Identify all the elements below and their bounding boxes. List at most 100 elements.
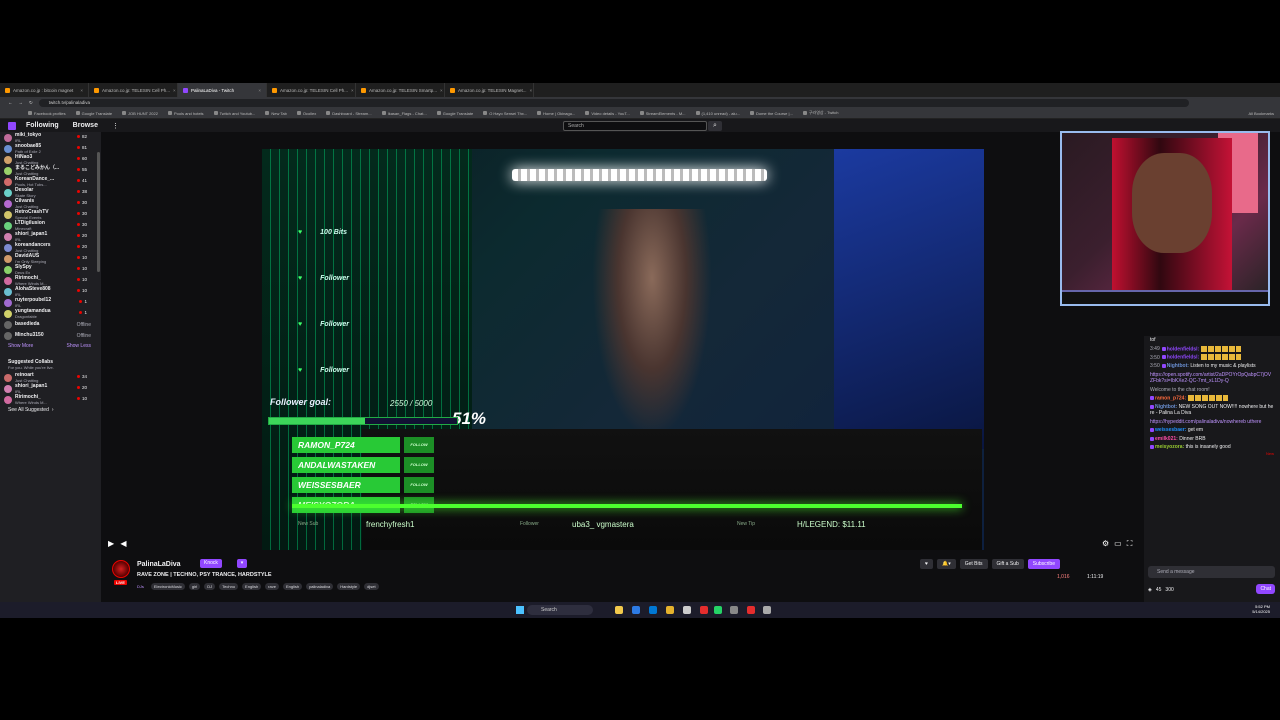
url-field[interactable]: twitch.tv/palinaladiva [38, 98, 1189, 107]
sidebar-channel[interactable]: shiori_japan1 IRL 20 [0, 383, 101, 394]
store-icon[interactable] [649, 606, 657, 614]
browser-tab[interactable]: Amazon.co.jp: TELESIN Magnet... × [445, 83, 534, 97]
twitch-logo-icon[interactable] [8, 121, 16, 130]
chat-username[interactable]: ramon_p724: [1155, 395, 1186, 401]
close-icon[interactable]: × [173, 88, 176, 93]
bookmark-item[interactable]: Pools and hotels [168, 111, 204, 116]
chat-username[interactable]: weissesbaer: [1155, 427, 1186, 433]
volume-icon[interactable]: ◀ [120, 539, 126, 548]
bookmark-item[interactable]: JOB HUNT 2022 [122, 111, 158, 116]
notification-bell-icon[interactable]: 🔔▾ [936, 559, 956, 569]
sidebar-channel[interactable]: HiNao3 Just Chatting 60 [0, 154, 101, 165]
all-bookmarks[interactable]: All Bookmarks [1248, 111, 1274, 116]
bookmark-item[interactable]: Google Translate [76, 111, 112, 116]
sidebar-channel[interactable]: DavidAUS I'm Only Sleeping 10 [0, 253, 101, 264]
sidebar-channel[interactable]: koreandancers Just Chatting 20 [0, 242, 101, 253]
sidebar-channel[interactable]: SlySpy Deus Ex 10 [0, 264, 101, 275]
channel-name[interactable]: PalinaLaDiva [137, 561, 181, 568]
sidebar-channel[interactable]: Cilvanis Just Chatting 30 [0, 198, 101, 209]
bookmark-item[interactable]: Ocollex [297, 111, 316, 116]
chevron-down-icon[interactable]: ▾ [237, 559, 247, 568]
stream-tag[interactable]: girl [188, 583, 201, 590]
obs-icon[interactable] [747, 606, 755, 614]
search-input[interactable]: Search [563, 121, 707, 131]
knock-button[interactable]: Knock [200, 559, 222, 568]
sidebar-channel[interactable]: shiori_japan1 IRL 20 [0, 231, 101, 242]
show-less-link[interactable]: Show Less [67, 343, 91, 349]
chat-username[interactable]: emilk021: [1155, 436, 1178, 442]
stream-tag[interactable]: Hardstyle [337, 583, 361, 590]
stream-tag[interactable]: djset [364, 583, 379, 590]
stream-tag[interactable]: English [282, 583, 303, 590]
bookmark-item[interactable]: New Tab [265, 111, 287, 116]
nav-following[interactable]: Following [26, 122, 59, 129]
browser-tab[interactable]: Amazon.co.jp: TELESIN Cell Ph... × [89, 83, 178, 97]
close-icon[interactable]: × [529, 88, 532, 93]
app-icon[interactable] [683, 606, 691, 614]
file-explorer-icon[interactable] [615, 606, 623, 614]
sidebar-channel[interactable]: yungtamandua Dragonfable 1 [0, 308, 101, 319]
sidebar-channel[interactable]: ruyterpoubel12 IRL 1 [0, 297, 101, 308]
windows-start-icon[interactable] [516, 606, 524, 614]
close-icon[interactable]: × [258, 88, 261, 93]
chat-link[interactable]: https://hypeddit.com/palinaladiva/nowher… [1150, 419, 1261, 425]
theatre-mode-icon[interactable]: ▭ [1114, 539, 1127, 548]
chat-input[interactable]: Send a message [1148, 566, 1275, 578]
chat-link[interactable]: https://open.spotify.com/artist/2aDPOYrO… [1150, 372, 1271, 385]
bookmark-item[interactable]: Facebook profiles [28, 111, 66, 116]
stream-tag[interactable]: palinaladiva [306, 583, 334, 590]
browser-tab[interactable]: Amazon.co.jp: TELESIN Smartp... × [356, 83, 445, 97]
back-icon[interactable]: ← [8, 100, 13, 105]
stream-tag[interactable]: English [242, 583, 262, 590]
stream-tag[interactable]: Techno [219, 583, 239, 590]
app-icon[interactable] [730, 606, 738, 614]
close-icon[interactable]: × [440, 88, 443, 93]
chat-username[interactable]: meisyozora: [1155, 444, 1184, 450]
show-more-link[interactable]: Show More [8, 343, 33, 349]
bookmark-item[interactable]: Home | Okinagu... [537, 111, 575, 116]
subscribe-button[interactable]: Subscribe [1027, 559, 1060, 569]
chat-username[interactable]: holdenfieldsl: [1167, 346, 1200, 352]
see-all-suggested[interactable]: See All Suggested › [0, 405, 101, 415]
bookmark-item[interactable]: Dome the Course |... [750, 111, 793, 116]
nav-browse[interactable]: Browse [73, 122, 98, 129]
channel-points-icon[interactable]: ◈ [1148, 587, 1152, 593]
bookmark-item[interactable]: Ikasan_Flags - Chat... [382, 111, 427, 116]
youtube-icon[interactable] [700, 606, 708, 614]
close-icon[interactable]: × [80, 88, 83, 93]
heart-icon[interactable]: ♥ [920, 559, 933, 569]
channel-avatar[interactable] [112, 560, 130, 578]
taskbar-search[interactable]: Search [527, 605, 593, 615]
stream-tag[interactable]: ElectronicMusic [150, 583, 185, 590]
settings-icon[interactable]: ⚙ [1102, 539, 1114, 548]
game-link[interactable]: DJs [137, 583, 147, 590]
bookmark-item[interactable]: O Hayo Sensei Thx... [483, 111, 527, 116]
gift-sub-button[interactable]: Gift a Sub [991, 559, 1024, 569]
sidebar-channel[interactable]: RetroCrashTV Special Events 30 [0, 209, 101, 220]
bookmark-item[interactable]: Dashboard - Stream... [326, 111, 371, 116]
chat-send-button[interactable]: Chat [1256, 584, 1275, 594]
search-icon[interactable]: ⌕ [708, 121, 722, 131]
sidebar-scrollbar[interactable] [97, 152, 100, 272]
chat-username[interactable]: Nightbot: [1155, 404, 1177, 410]
sidebar-channel[interactable]: Minchu3150 Offline [0, 330, 101, 341]
chat-username[interactable]: holdenfieldsl: [1167, 355, 1200, 361]
whatsapp-icon[interactable] [714, 606, 722, 614]
sidebar-channel[interactable]: AlohaSteve808 IRL 10 [0, 286, 101, 297]
bookmark-item[interactable]: StreamElements - M... [640, 111, 686, 116]
sidebar-channel[interactable]: basedieda Offline [0, 319, 101, 330]
reload-icon[interactable]: ↻ [29, 100, 33, 106]
bookmark-item[interactable]: 구라영상 - Twitch [803, 110, 839, 116]
sidebar-channel[interactable]: まるこどみかん（... Just Chatting 55 [0, 165, 101, 176]
sidebar-channel[interactable]: Ririmochi_ Where Winds M... 10 [0, 275, 101, 286]
video-player[interactable]: ♥ 100 Bits ♥ Follower ♥ Follower ♥ Follower … [262, 149, 984, 550]
sidebar-channel[interactable]: LTDigilusion Minecraft 30 [0, 220, 101, 231]
forward-icon[interactable]: → [19, 100, 24, 105]
bookmark-item[interactable]: (1,410 unread) - alu... [696, 111, 740, 116]
settings-icon[interactable] [763, 606, 771, 614]
sidebar-channel[interactable]: snoobae85 Path of Exile 2 81 [0, 143, 101, 154]
sidebar-channel[interactable]: miki_tokyo IRL 82 [0, 132, 101, 143]
edge-icon[interactable] [632, 606, 640, 614]
bookmark-item[interactable]: Google Translate [437, 111, 473, 116]
fullscreen-icon[interactable]: ⛶ [1127, 539, 1138, 548]
